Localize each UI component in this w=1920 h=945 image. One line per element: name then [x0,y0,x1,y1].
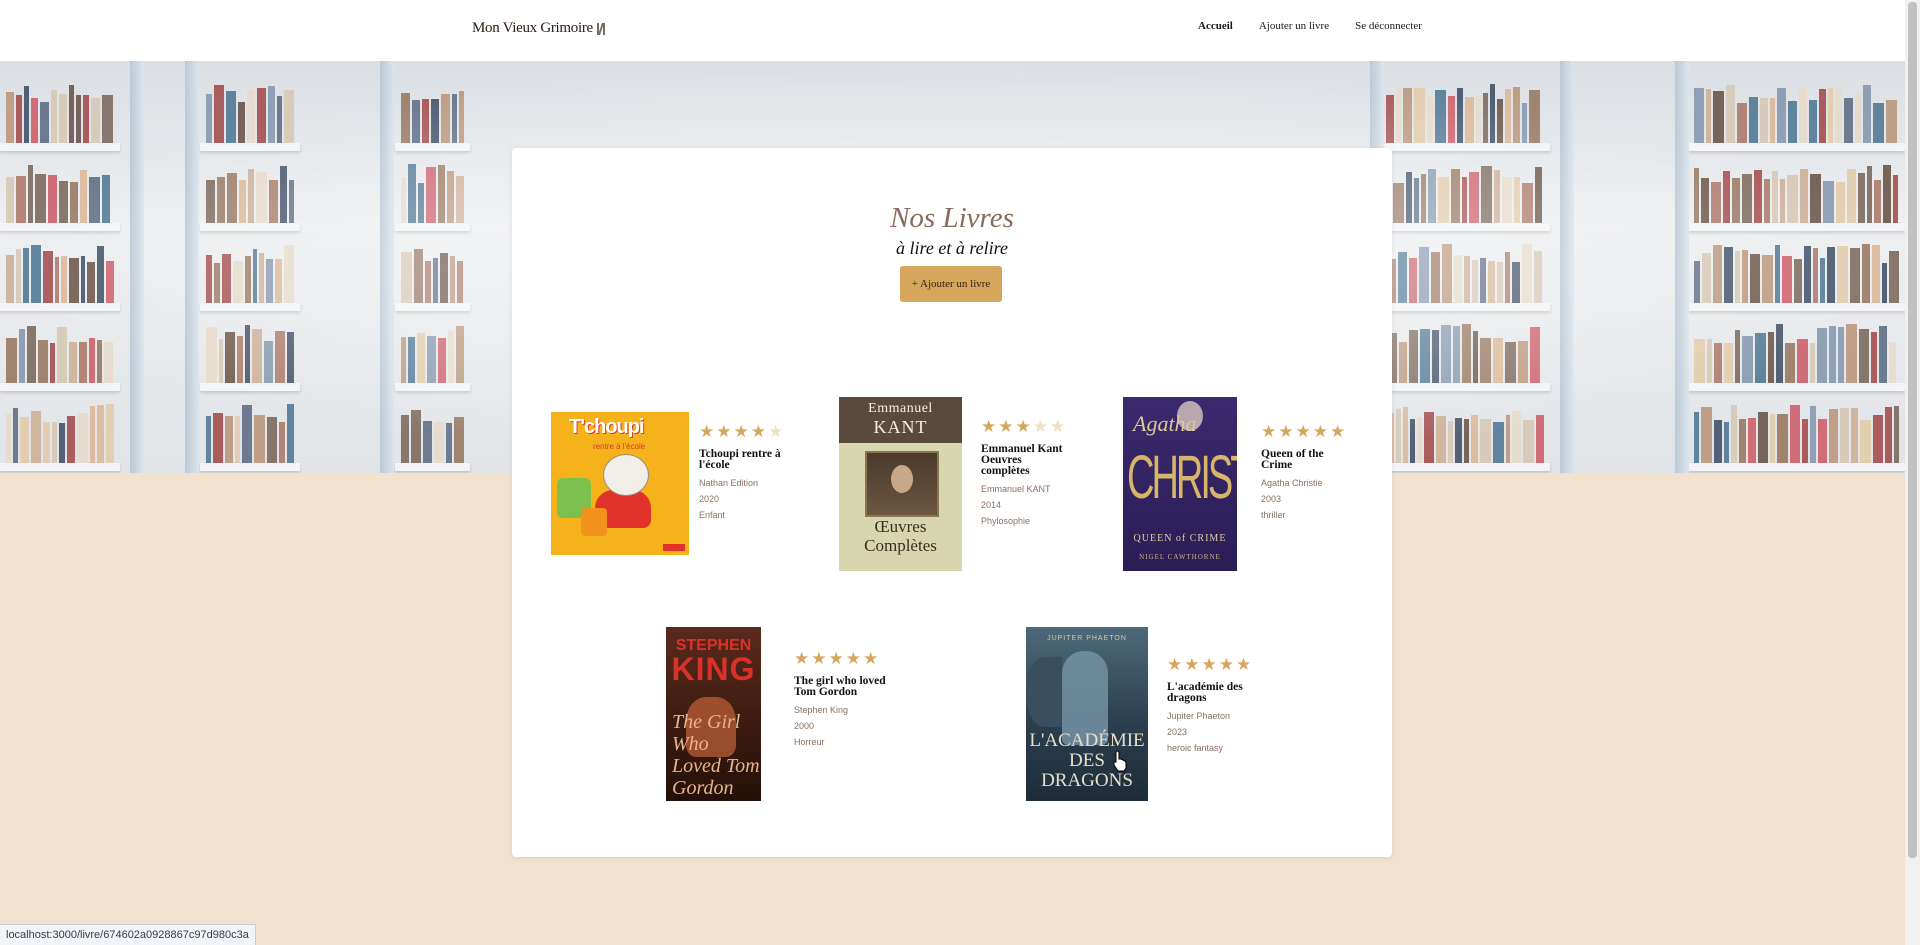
rating-stars: ★ ★ ★ ★ ★ [1261,424,1353,441]
star-filled-icon: ★ [1330,422,1346,442]
logo-book-icon [596,22,605,35]
star-filled-icon: ★ [750,422,766,442]
book-title: Tchoupi rentre à l'école [699,448,781,471]
page-subtitle: à lire et à relire [896,238,1008,258]
star-filled-icon: ★ [981,417,997,437]
book-card[interactable]: STEPHEN KING The Girl Who Loved Tom Gord… [666,627,886,801]
book-author: Agatha Christie [1261,478,1323,488]
book-title: L'académie des dragons [1167,681,1243,704]
book-year: 2020 [699,494,720,504]
book-title: Queen of the Crime [1261,448,1324,471]
cover-author: JUPITER PHAETON [1047,635,1127,642]
browser-status-url: localhost:3000/livre/674602a0928867c97d9… [0,924,256,945]
cover-title: T'choupi [569,416,645,438]
book-genre: thriller [1261,510,1286,520]
scrollbar-thumb[interactable] [1908,2,1917,858]
book-cover[interactable]: STEPHEN KING The Girl Who Loved Tom Gord… [666,627,761,801]
star-filled-icon: ★ [794,649,810,669]
book-genre: heroic fantasy [1167,743,1224,753]
rating-stars: ★ ★ ★ ★ ★ [1167,657,1259,674]
site-header: Mon Vieux Grimoire Accueil Ajouter un li… [0,0,1905,61]
rating-stars: ★ ★ ★ ★ ★ [981,419,1073,436]
star-filled-icon: ★ [1167,655,1183,675]
book-genre: Enfant [699,510,726,520]
book-title: Emmanuel Kant Oeuvres complètes [981,443,1063,477]
book-author: Jupiter Phaeton [1167,711,1231,721]
star-filled-icon: ★ [811,649,827,669]
star-filled-icon: ★ [1201,655,1217,675]
star-empty-icon: ★ [1050,417,1066,437]
nav-home-link[interactable]: Accueil [1198,20,1233,32]
book-genre: Phylosophie [981,516,1031,526]
star-filled-icon: ★ [1218,655,1234,675]
book-card[interactable]: JUPITER PHAETON L'ACADÉMIE DES DRAGONS ★… [1026,627,1251,801]
book-cover[interactable]: JUPITER PHAETON L'ACADÉMIE DES DRAGONS [1026,627,1148,801]
add-book-button[interactable]: + Ajouter un livre [900,266,1002,302]
logo-text: Mon Vieux Grimoire [472,20,593,36]
site-logo[interactable]: Mon Vieux Grimoire [472,20,605,37]
cover-title: The Girl Who Loved Tom Gordon [672,711,760,799]
star-filled-icon: ★ [845,649,861,669]
main-nav: Accueil Ajouter un livre Se déconnecter [1198,20,1422,32]
star-filled-icon: ★ [1236,655,1252,675]
star-filled-icon: ★ [1295,422,1311,442]
star-filled-icon: ★ [733,422,749,442]
book-card[interactable]: Emmanuel KANT Œuvres Complètes ★ ★ ★ ★ ★ Emm… [839,397,1065,571]
book-genre: Horreur [794,737,825,747]
star-filled-icon: ★ [716,422,732,442]
book-author: Stephen King [794,705,849,715]
star-filled-icon: ★ [1278,422,1294,442]
book-year: 2000 [794,721,815,731]
books-card: Nos Livres à lire et à relire + Ajouter … [512,148,1392,857]
hand-cursor-icon [1113,750,1127,772]
star-filled-icon: ★ [998,417,1014,437]
rating-stars: ★ ★ ★ ★ ★ [699,424,791,441]
star-filled-icon: ★ [1312,422,1328,442]
cover-author-last: CHRISTIE [1127,445,1237,513]
cover-title: QUEEN of CRIME [1133,533,1227,544]
book-title: The girl who loved Tom Gordon [794,675,886,698]
book-card[interactable]: T'choupi rentre à l'école ★ ★ ★ ★ ★ Tchoupi … [551,412,783,555]
star-filled-icon: ★ [828,649,844,669]
page-scrollbar[interactable] [1905,0,1920,945]
star-empty-icon: ★ [768,422,784,442]
cover-subtitle: rentre à l'école [593,442,646,451]
star-filled-icon: ★ [1015,417,1031,437]
cover-author-first: Emmanuel [868,401,933,416]
book-author: Emmanuel KANT [981,484,1051,494]
star-filled-icon: ★ [863,649,879,669]
book-cover[interactable]: Agatha CHRISTIE QUEEN of CRIME NIGEL CAW… [1123,397,1237,571]
book-cover[interactable]: T'choupi rentre à l'école [551,412,689,555]
book-card[interactable]: Agatha CHRISTIE QUEEN of CRIME NIGEL CAW… [1123,397,1345,571]
cover-author-last: KING [671,651,756,687]
star-filled-icon: ★ [1184,655,1200,675]
book-author: Nathan Edition [699,478,759,488]
book-cover[interactable]: Emmanuel KANT Œuvres Complètes [839,397,962,571]
page-title: Nos Livres [890,202,1014,234]
cover-author-last: KANT [873,417,928,437]
star-filled-icon: ★ [1261,422,1277,442]
book-year: 2023 [1167,727,1188,737]
cover-title: L'ACADÉMIE DES DRAGONS [1029,730,1145,791]
nav-add-book-link[interactable]: Ajouter un livre [1259,20,1329,32]
book-year: 2003 [1261,494,1282,504]
book-year: 2014 [981,500,1002,510]
cover-writer: NIGEL CAWTHORNE [1139,553,1221,561]
rating-stars: ★ ★ ★ ★ ★ [794,651,886,668]
star-empty-icon: ★ [1032,417,1048,437]
cover-title: Œuvres Complètes [864,517,937,555]
star-filled-icon: ★ [699,422,715,442]
cover-author-first: Agatha [1133,411,1197,436]
nav-logout-link[interactable]: Se déconnecter [1355,20,1422,32]
